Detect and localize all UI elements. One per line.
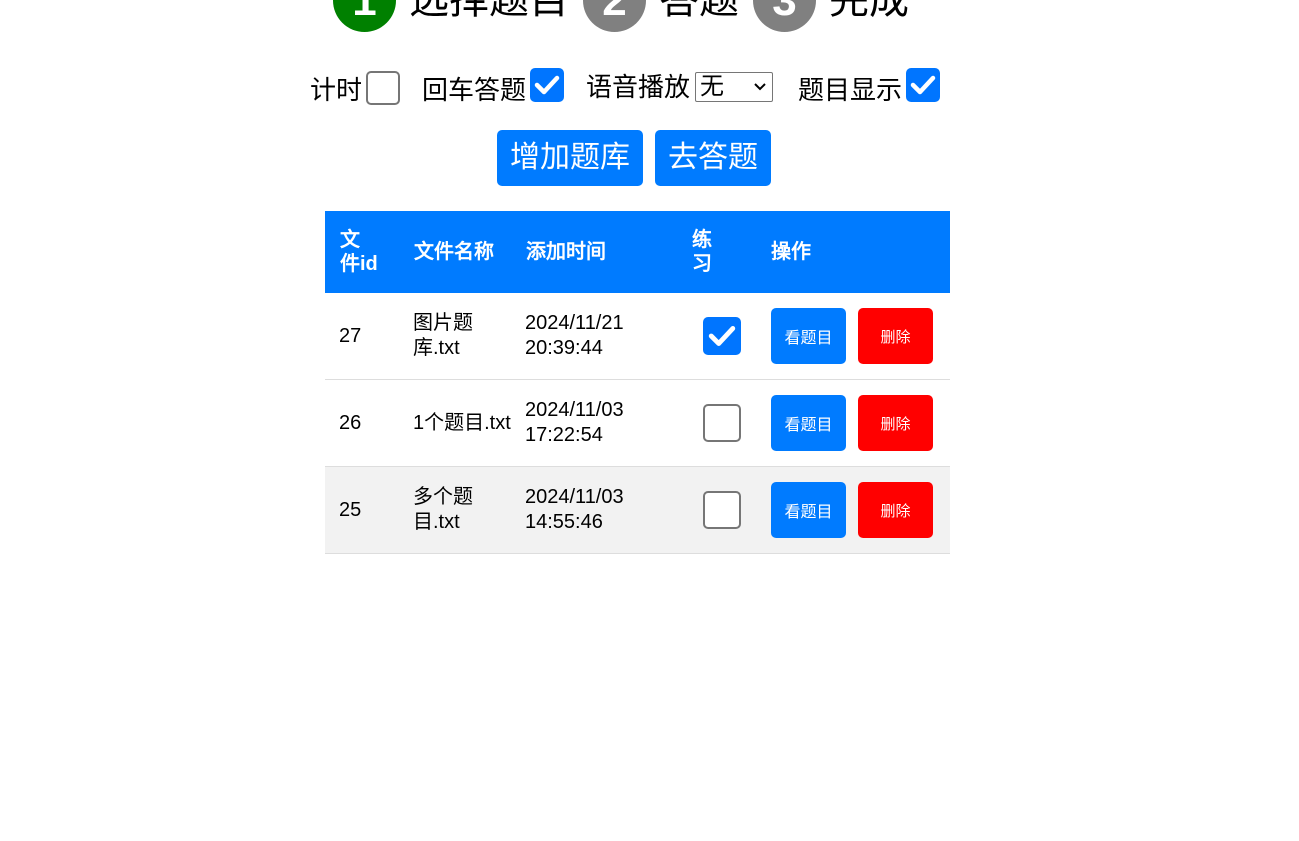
step-2-number-icon: 2 [583,0,646,32]
cell-operations: 看题目 删除 [756,395,950,451]
voice-label: 语音播放 [586,72,691,102]
timer-checkbox[interactable] [366,71,401,105]
cell-added-time: 2024/11/21 20:39:44 [525,312,624,359]
table-row: 27 图片题库.txt 2024/11/21 20:39:44 看题目 删除 [325,293,950,380]
cell-file-id: 27 [339,324,362,347]
step-1-number-icon: 1 [333,0,396,32]
question-display-checkbox[interactable] [906,68,941,102]
cell-added-time: 2024/11/03 14:55:46 [525,486,624,533]
step-3: 3 完成 [753,0,909,32]
view-questions-button[interactable]: 看题目 [771,482,846,538]
cell-file-id: 26 [339,411,362,434]
step-2: 2 答题 [583,0,739,32]
table-header: 文件id 文件名称 添加时间 练习 操作 [325,211,950,293]
cell-operations: 看题目 删除 [756,308,950,364]
checkmark-icon [910,75,936,95]
cell-file-name: 多个题目.txt [413,486,473,533]
delete-button[interactable]: 删除 [858,482,933,538]
table-row: 25 多个题目.txt 2024/11/03 14:55:46 看题目 删除 [325,467,950,554]
cell-file-name: 图片题库.txt [413,312,473,359]
header-file-name: 文件名称 [414,241,494,263]
steps-progress: 1 选择题目 2 答题 3 完成 [333,0,923,32]
delete-button[interactable]: 删除 [858,308,933,364]
step-1-label: 选择题目 [409,0,569,22]
question-bank-table: 文件id 文件名称 添加时间 练习 操作 27 图片题库.txt 2024/11… [325,211,950,554]
header-file-id: 文件id [340,229,378,275]
cell-file-id: 25 [339,498,362,521]
voice-select-value: 无 [700,73,725,100]
timer-label: 计时 [310,75,363,105]
step-3-label: 完成 [829,0,909,22]
action-buttons: 增加题库 去答题 [497,130,783,186]
practice-checkbox[interactable] [703,491,741,529]
cell-file-name: 1个题目.txt [413,411,511,434]
header-added-time: 添加时间 [526,241,606,263]
view-questions-button[interactable]: 看题目 [771,395,846,451]
table-row: 26 1个题目.txt 2024/11/03 17:22:54 看题目 删除 [325,380,950,467]
cell-practice [688,317,756,355]
add-bank-button[interactable]: 增加题库 [497,130,643,186]
checkmark-icon [708,326,736,346]
step-2-label: 答题 [659,0,739,22]
delete-button[interactable]: 删除 [858,395,933,451]
cell-added-time: 2024/11/03 17:22:54 [525,399,624,446]
header-operations: 操作 [771,241,811,263]
question-display-label: 题目显示 [798,75,903,105]
practice-checkbox[interactable] [703,317,741,355]
practice-checkbox[interactable] [703,404,741,442]
options-row: 计时 回车答题 语音播放 无 题目显示 [310,66,941,110]
cell-practice [688,404,756,442]
enter-answer-label: 回车答题 [422,75,527,105]
header-practice: 练习 [692,229,712,275]
step-3-number-icon: 3 [753,0,816,32]
cell-operations: 看题目 删除 [756,482,950,538]
chevron-down-icon [754,83,766,91]
view-questions-button[interactable]: 看题目 [771,308,846,364]
enter-answer-checkbox[interactable] [530,68,565,102]
voice-select[interactable]: 无 [695,72,774,102]
cell-practice [688,491,756,529]
step-1: 1 选择题目 [333,0,569,32]
checkmark-icon [534,75,560,95]
go-answer-button[interactable]: 去答题 [655,130,771,186]
